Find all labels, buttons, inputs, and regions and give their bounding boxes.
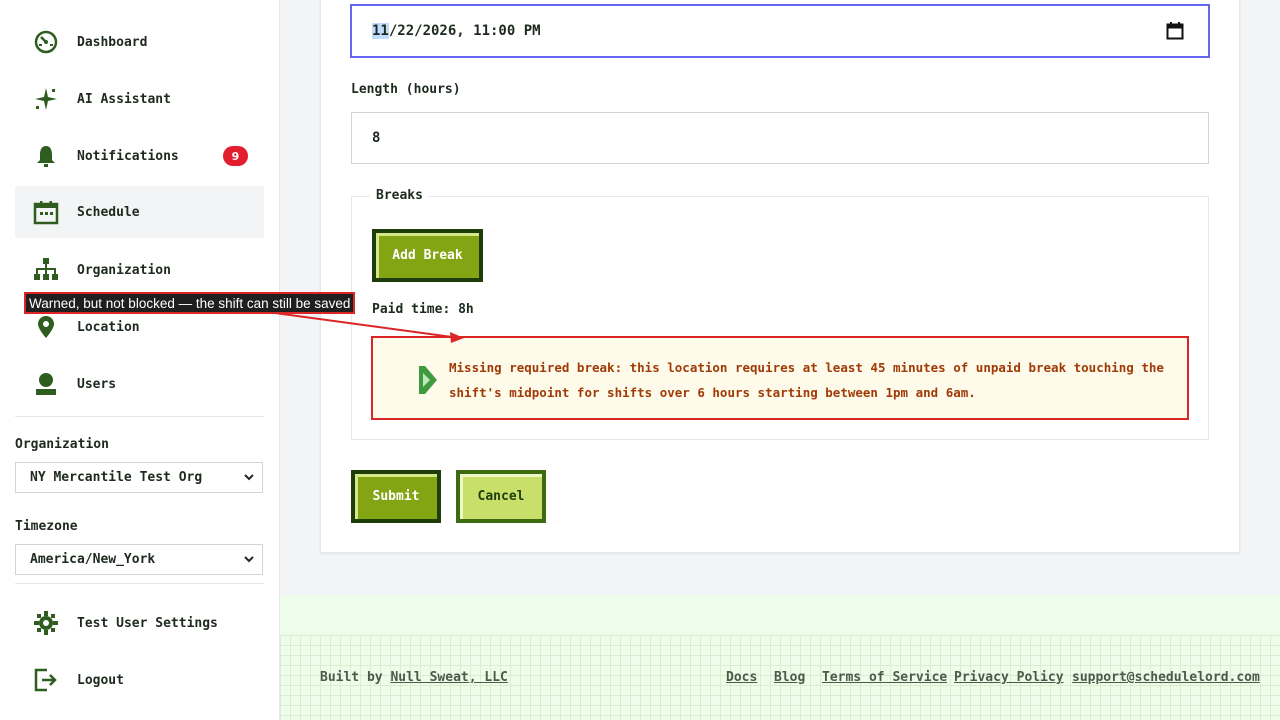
notification-count-badge: 9 <box>223 146 248 166</box>
sidebar-item-ai-assistant[interactable]: AI Assistant <box>15 73 264 125</box>
calendar-icon <box>33 199 59 225</box>
organization-select-value: NY Mercantile Test Org <box>30 470 203 485</box>
bell-icon <box>33 143 59 169</box>
start-datetime-input[interactable]: 11/22/2026, 11:00 PM <box>350 4 1210 58</box>
footer-link-privacy[interactable]: Privacy Policy <box>954 670 1064 685</box>
add-break-button[interactable]: Add Break <box>372 229 483 282</box>
organization-select[interactable]: NY Mercantile Test Org <box>15 462 263 493</box>
sidebar-item-label: Dashboard <box>77 34 148 50</box>
sidebar-item-organization[interactable]: Organization <box>15 244 264 296</box>
dashboard-icon <box>33 29 59 55</box>
annotation-callout: Warned, but not blocked — the shift can … <box>24 292 356 314</box>
sidebar-item-label: Organization <box>77 262 171 278</box>
user-icon <box>33 371 59 397</box>
sidebar-item-dashboard[interactable]: Dashboard <box>15 16 264 68</box>
paid-time-text: Paid time: 8h <box>372 302 474 317</box>
datetime-month-segment[interactable]: 11 <box>372 23 389 39</box>
footer-credit-link[interactable]: Null Sweat, LLC <box>390 670 507 685</box>
sidebar-item-label: Users <box>77 376 117 392</box>
footer-link-blog[interactable]: Blog <box>774 670 805 685</box>
footer-credit-prefix: Built by <box>320 670 391 685</box>
break-warning-alert: Missing required break: this location re… <box>371 336 1189 420</box>
footer-link-docs[interactable]: Docs <box>726 670 757 685</box>
sidebar-item-label: Logout <box>77 672 124 688</box>
footer-band <box>280 595 1280 635</box>
footer-link-support-email[interactable]: support@schedulelord.com <box>1072 670 1260 685</box>
footer: Built by Null Sweat, LLC Docs Blog Terms… <box>280 595 1280 720</box>
warning-play-icon <box>419 366 437 394</box>
submit-button[interactable]: Submit <box>351 470 441 523</box>
chevron-down-icon <box>244 474 254 481</box>
footer-link-terms[interactable]: Terms of Service <box>822 670 947 685</box>
sidebar-item-label: Test User Settings <box>77 615 218 631</box>
logout-icon <box>33 667 59 693</box>
sidebar-item-schedule[interactable]: Schedule <box>15 186 264 238</box>
sidebar-divider <box>15 416 264 417</box>
timezone-select-value: America/New_York <box>30 552 156 567</box>
org-chart-icon <box>33 257 59 283</box>
sidebar-item-notifications[interactable]: Notifications 9 <box>15 130 264 182</box>
cancel-button[interactable]: Cancel <box>456 470 546 523</box>
breaks-legend: Breaks <box>370 188 429 203</box>
calendar-picker-icon[interactable] <box>1166 22 1184 40</box>
chevron-down-icon <box>244 556 254 563</box>
sidebar-item-label: AI Assistant <box>77 91 171 107</box>
sidebar: Dashboard AI Assistant Notifications 9 S… <box>0 0 280 720</box>
timezone-label: Timezone <box>15 519 78 534</box>
sidebar-item-test-user-settings[interactable]: Test User Settings <box>15 597 264 649</box>
sidebar-item-users[interactable]: Users <box>15 358 264 410</box>
sidebar-item-logout[interactable]: Logout <box>15 654 264 706</box>
datetime-rest: /22/2026, 11:00 PM <box>388 23 541 39</box>
timezone-select[interactable]: America/New_York <box>15 544 263 575</box>
sidebar-item-label: Notifications <box>77 148 179 164</box>
sidebar-divider <box>15 583 264 584</box>
footer-credit: Built by Null Sweat, LLC <box>320 670 508 685</box>
break-warning-text: Missing required break: this location re… <box>449 360 1164 400</box>
length-label: Length (hours) <box>351 82 461 97</box>
gear-icon <box>33 610 59 636</box>
length-input[interactable]: 8 <box>351 112 1209 164</box>
organization-label: Organization <box>15 437 109 452</box>
location-pin-icon <box>33 314 59 340</box>
sidebar-item-label: Location <box>77 319 140 335</box>
sidebar-item-label: Schedule <box>77 204 140 220</box>
sparkle-icon <box>33 86 59 112</box>
